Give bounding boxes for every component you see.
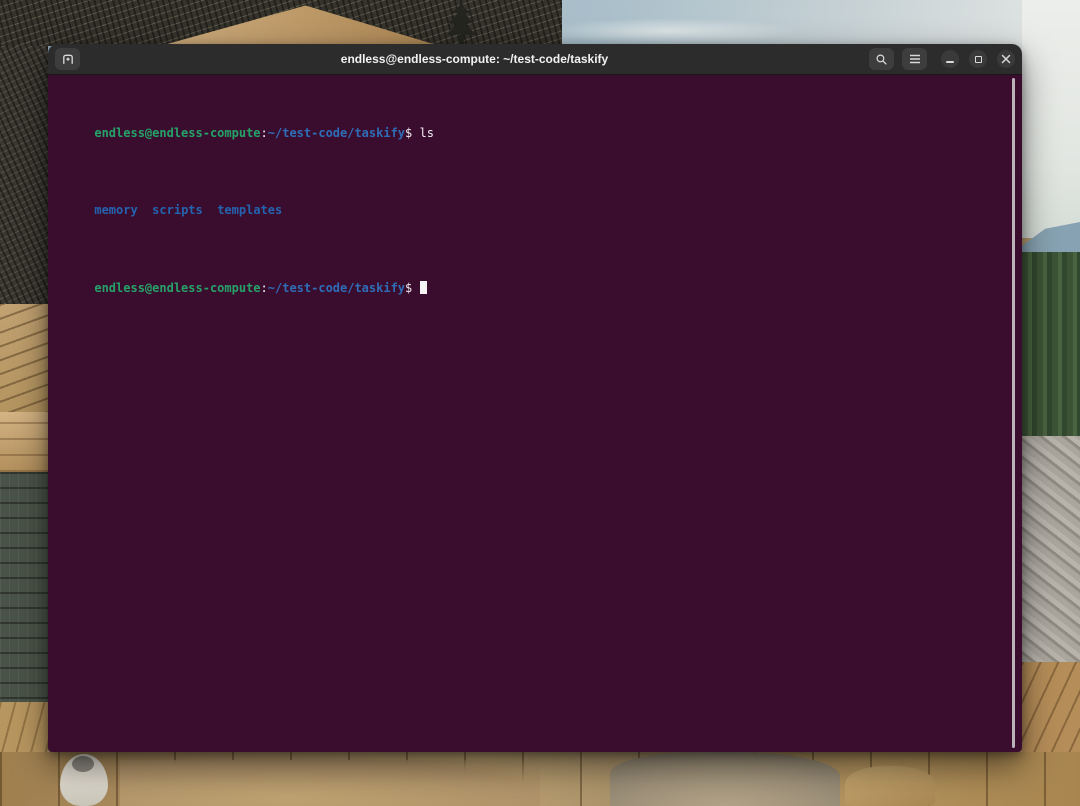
close-icon [1001, 54, 1011, 64]
background-right-forest [1022, 252, 1080, 436]
titlebar[interactable]: endless@endless-compute: ~/test-code/tas… [48, 44, 1022, 75]
background-cloud [540, 18, 800, 44]
new-tab-icon [61, 52, 75, 66]
close-button[interactable] [997, 50, 1015, 68]
background-left-twigs [0, 46, 48, 304]
background-smooth-rock [845, 766, 935, 806]
background-right-rock-slope [1022, 436, 1080, 662]
window-title: endless@endless-compute: ~/test-code/tas… [88, 52, 861, 66]
hamburger-menu-icon [909, 54, 921, 64]
terminal-line-ls-output: memory scripts templates [51, 188, 1008, 235]
prompt-dollar: $ [405, 281, 419, 295]
prompt-path: ~/test-code/taskify [268, 126, 405, 140]
background-left-green-shingles [0, 472, 48, 702]
dir-entry-memory: memory [94, 203, 137, 217]
maximize-icon [975, 56, 982, 63]
terminal-line-active-prompt: endless@endless-compute:~/test-code/task… [51, 265, 1008, 312]
background-bird-head [72, 756, 94, 772]
titlebar-tool-buttons [869, 48, 927, 70]
minimize-button[interactable] [941, 50, 959, 68]
maximize-button[interactable] [969, 50, 987, 68]
terminal-line-prompt-ls: endless@endless-compute:~/test-code/task… [51, 110, 1008, 157]
dir-entry-scripts: scripts [152, 203, 203, 217]
prompt-colon: : [261, 126, 268, 140]
background-left-shingles [0, 304, 48, 412]
dir-entry-templates: templates [217, 203, 282, 217]
prompt-colon: : [261, 281, 268, 295]
dir-gap [138, 203, 152, 217]
minimize-icon [946, 61, 954, 63]
background-boulder [610, 752, 840, 806]
command-text: ls [420, 126, 434, 140]
terminal-screen[interactable]: endless@endless-compute:~/test-code/task… [48, 75, 1022, 752]
prompt-dollar: $ [405, 126, 419, 140]
background-left-wood-beam [0, 412, 48, 472]
terminal-window: endless@endless-compute: ~/test-code/tas… [48, 44, 1022, 752]
new-tab-button[interactable] [55, 48, 80, 70]
prompt-user-host: endless@endless-compute [94, 126, 260, 140]
terminal-cursor [420, 281, 427, 294]
menu-button[interactable] [902, 48, 927, 70]
dir-gap [203, 203, 217, 217]
background-sand [120, 760, 540, 806]
prompt-path: ~/test-code/taskify [268, 281, 405, 295]
search-icon [875, 53, 888, 66]
scrollbar[interactable] [1012, 78, 1015, 748]
search-button[interactable] [869, 48, 894, 70]
prompt-user-host: endless@endless-compute [94, 281, 260, 295]
titlebar-controls [869, 48, 1015, 70]
background-right-sky [1022, 0, 1080, 238]
